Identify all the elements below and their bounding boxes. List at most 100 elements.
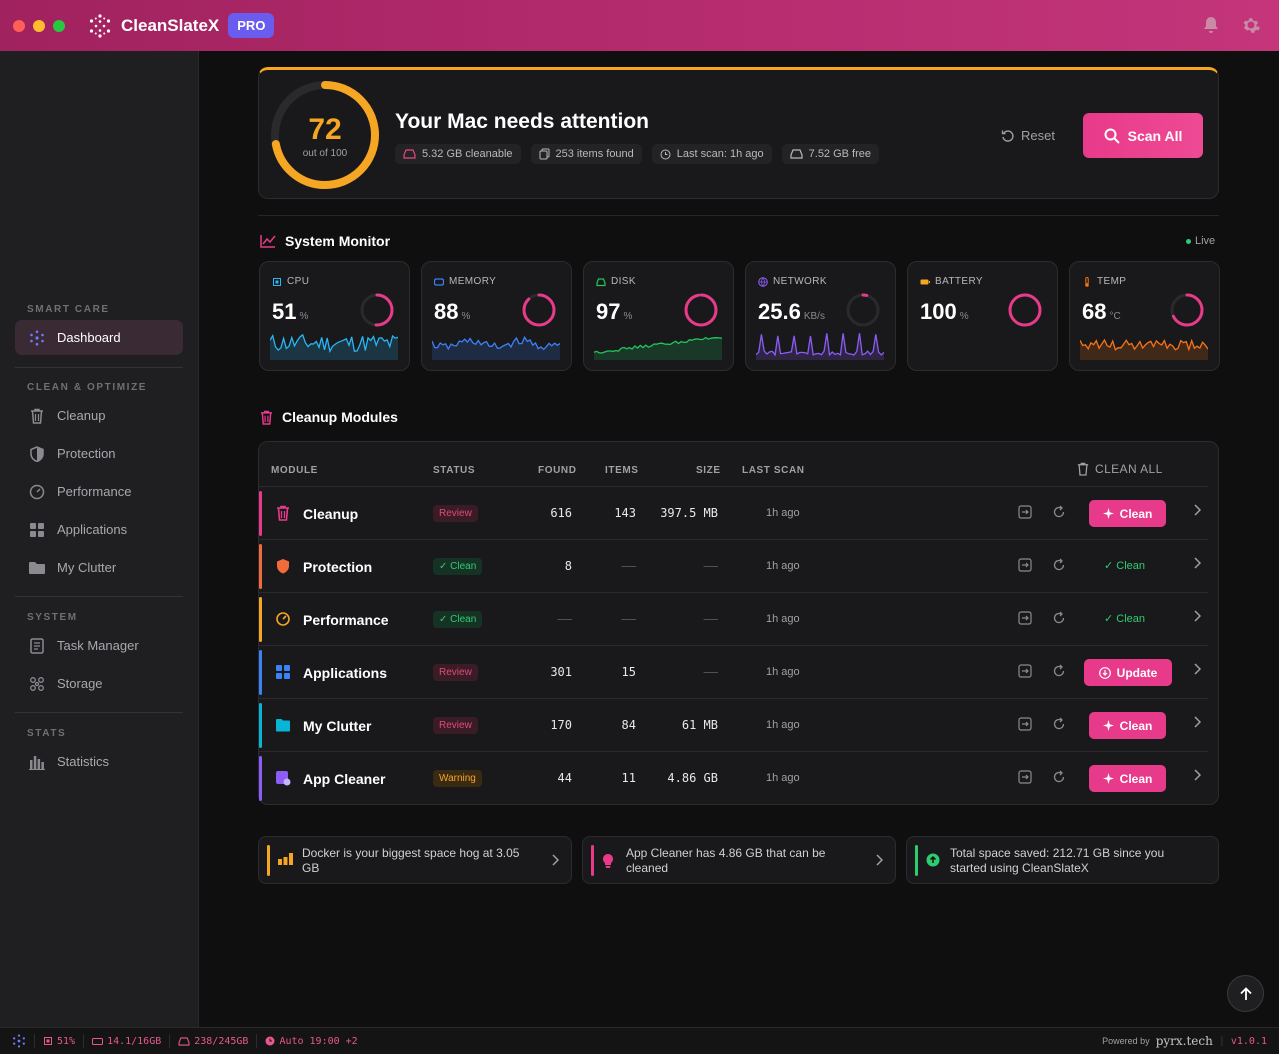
sidebar-item-storage[interactable]: Storage xyxy=(15,666,183,701)
sidebar-item-protection[interactable]: Protection xyxy=(15,436,183,471)
scroll-to-top-button[interactable] xyxy=(1227,975,1264,1012)
usage-ring xyxy=(360,293,394,327)
reset-button[interactable]: Reset xyxy=(1001,128,1055,143)
export-icon[interactable] xyxy=(1018,770,1032,784)
column-header-items: ITEMS xyxy=(605,465,639,476)
clean-button[interactable]: Clean xyxy=(1089,712,1166,739)
usage-ring xyxy=(1008,293,1042,327)
items-count: 143 xyxy=(614,506,636,520)
monitor-card-memory[interactable]: MEMORY 88% xyxy=(421,261,572,371)
scan-all-button[interactable]: Scan All xyxy=(1083,113,1203,158)
refresh-icon[interactable] xyxy=(1052,505,1066,519)
powered-by-label: Powered by xyxy=(1102,1036,1150,1046)
sidebar: SMART CARE Dashboard CLEAN & OPTIMIZE Cl… xyxy=(0,51,199,1027)
export-icon[interactable] xyxy=(1018,505,1032,519)
monitor-card-temp[interactable]: TEMP 68 °C xyxy=(1069,261,1220,371)
tip-accent xyxy=(915,845,918,876)
sidebar-item-cleanup[interactable]: Cleanup xyxy=(15,398,183,433)
last-scan-value: 1h ago xyxy=(766,507,800,519)
tip-card-docker[interactable]: Docker is your biggest space hog at 3.05… xyxy=(258,836,572,884)
sidebar-item-statistics[interactable]: Statistics xyxy=(15,744,183,779)
refresh-icon[interactable] xyxy=(1052,558,1066,572)
sidebar-item-dashboard[interactable]: Dashboard xyxy=(15,320,183,355)
monitor-card-network[interactable]: NETWORK 25.6 KB/s xyxy=(745,261,896,371)
folder-icon xyxy=(276,719,290,732)
refresh-icon[interactable] xyxy=(1052,664,1066,678)
export-icon[interactable] xyxy=(1018,558,1032,572)
close-window-button[interactable] xyxy=(13,19,25,32)
export-icon[interactable] xyxy=(1018,717,1032,731)
sidebar-item-label: Dashboard xyxy=(57,330,121,345)
module-accent xyxy=(259,650,262,695)
sidebar-item-label: My Clutter xyxy=(57,560,117,575)
found-count: 301 xyxy=(550,665,572,679)
sidebar-item-applications[interactable]: Applications xyxy=(15,512,183,547)
module-accent xyxy=(259,544,262,589)
export-icon[interactable] xyxy=(1018,611,1032,625)
chevron-right-icon[interactable] xyxy=(1193,716,1201,728)
clean-button[interactable]: Clean xyxy=(1089,765,1166,792)
chevron-right-icon[interactable] xyxy=(1193,769,1201,781)
thermometer-icon xyxy=(1085,276,1089,287)
found-count: 44 xyxy=(557,771,572,785)
module-row-performance[interactable]: Performance ✓ Clean —— —— —— 1h ago ✓ Cl… xyxy=(259,592,1208,645)
status-auto-scan[interactable]: Auto 19:00 +2 xyxy=(257,1034,365,1048)
clean-all-button[interactable]: CLEAN ALL xyxy=(1077,462,1163,476)
status-badge: Review xyxy=(433,717,478,734)
chevron-right-icon[interactable] xyxy=(1193,557,1201,569)
zoom-window-button[interactable] xyxy=(53,19,65,32)
folder-icon xyxy=(28,559,46,577)
monitor-unit: % xyxy=(623,311,633,322)
monitor-value: 100% xyxy=(920,299,969,325)
monitor-card-disk[interactable]: DISK 97% xyxy=(583,261,734,371)
chip-label: 5.32 GB cleanable xyxy=(422,148,513,160)
bell-icon[interactable] xyxy=(1201,15,1221,35)
drive-icon xyxy=(403,149,416,159)
clean-button[interactable]: Clean xyxy=(1089,500,1166,527)
sidebar-item-performance[interactable]: Performance xyxy=(15,474,183,509)
clean-all-label: CLEAN ALL xyxy=(1095,462,1163,476)
minimize-window-button[interactable] xyxy=(33,19,45,32)
status-memory-value: 14.1/16GB xyxy=(107,1035,162,1047)
monitor-label: NETWORK xyxy=(758,276,827,287)
sidebar-item-my-clutter[interactable]: My Clutter xyxy=(15,550,183,585)
sparkle-icon xyxy=(1102,720,1114,731)
chevron-right-icon[interactable] xyxy=(1193,663,1201,675)
module-row-protection[interactable]: Protection ✓ Clean 8 —— —— 1h ago ✓ Clea… xyxy=(259,539,1208,592)
chevron-right-icon[interactable] xyxy=(1193,504,1201,516)
monitor-card-cpu[interactable]: CPU 51% xyxy=(259,261,410,371)
tip-card-app-cleaner[interactable]: App Cleaner has 4.86 GB that can be clea… xyxy=(582,836,896,884)
chevron-right-icon[interactable] xyxy=(1193,610,1201,622)
clean-status-label: ✓ Clean xyxy=(1104,613,1146,625)
status-cpu: 51% xyxy=(35,1034,85,1048)
clean-status: ✓ Clean xyxy=(1104,612,1145,625)
module-row-app-cleaner[interactable]: App Cleaner Warning 44 11 4.86 GB 1h ago… xyxy=(259,751,1208,804)
tip-accent xyxy=(591,845,594,876)
update-button[interactable]: Update xyxy=(1084,659,1172,686)
live-dot xyxy=(1186,238,1191,244)
module-accent xyxy=(259,703,262,748)
sidebar-item-task-manager[interactable]: Task Manager xyxy=(15,628,183,663)
module-row-applications[interactable]: Applications Review 301 15 —— 1h ago Upd… xyxy=(259,645,1208,698)
refresh-icon[interactable] xyxy=(1052,717,1066,731)
status-badge: ✓ Clean xyxy=(433,611,483,628)
export-icon[interactable] xyxy=(1018,664,1032,678)
section-label-stats: STATS xyxy=(27,728,67,739)
system-monitor-title: System Monitor xyxy=(285,233,391,249)
refresh-icon[interactable] xyxy=(1052,770,1066,784)
usage-ring xyxy=(522,293,556,327)
system-monitor-header: System Monitor xyxy=(260,233,390,249)
sidebar-item-label: Applications xyxy=(57,522,128,537)
brand-link[interactable]: pyrx.tech xyxy=(1156,1034,1213,1048)
app-logo-icon xyxy=(13,1034,25,1048)
refresh-icon[interactable] xyxy=(1052,611,1066,625)
module-row-my-clutter[interactable]: My Clutter Review 170 84 61 MB 1h ago Cl… xyxy=(259,698,1208,751)
pro-badge: PRO xyxy=(228,13,275,38)
usage-ring xyxy=(846,293,880,327)
cleanup-modules-header: Cleanup Modules xyxy=(260,409,398,425)
module-row-cleanup[interactable]: Cleanup Review 616 143 397.5 MB 1h ago C… xyxy=(259,486,1208,539)
gear-icon[interactable] xyxy=(1241,15,1261,35)
divider xyxy=(15,596,183,597)
status-logo xyxy=(0,1034,35,1048)
monitor-card-battery[interactable]: BATTERY 100% xyxy=(907,261,1058,371)
